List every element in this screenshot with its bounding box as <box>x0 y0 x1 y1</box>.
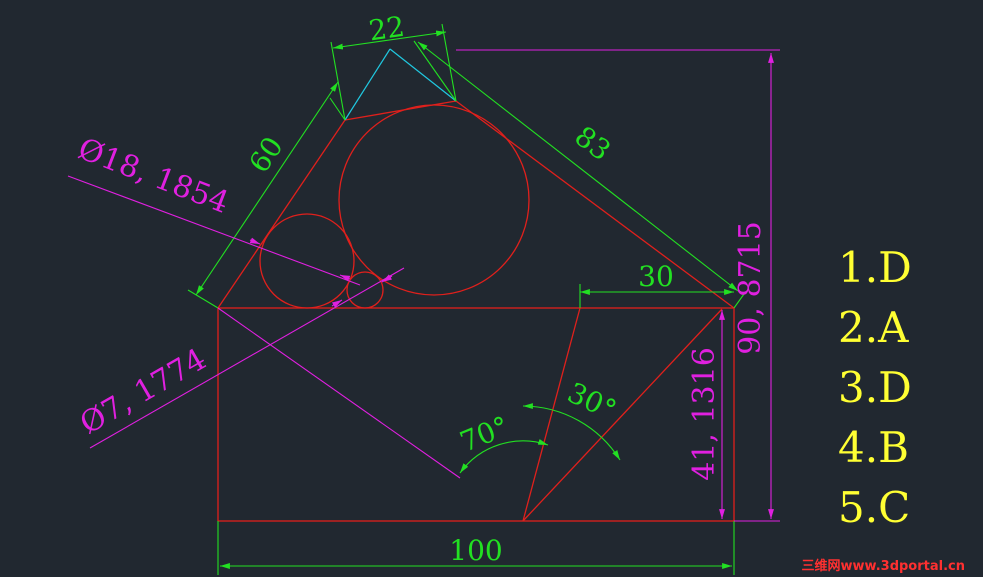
dim-angle-left: 70° <box>455 410 513 459</box>
answer-2: 2.A <box>838 303 909 352</box>
dim-offset: 30 <box>638 260 674 293</box>
answer-5: 5.C <box>838 483 910 532</box>
construction-lines <box>344 48 457 121</box>
dim-rect-height: 41, 1316 <box>687 347 722 481</box>
answer-1: 1.D <box>838 243 912 292</box>
dim-bottom-width: 100 <box>449 534 502 567</box>
geometry <box>217 100 735 522</box>
cad-drawing-canvas: 22 60 83 30 100 70° 30° 90, 8715 41, 131… <box>67 10 965 575</box>
green-dimensions <box>187 23 745 575</box>
answer-4: 4.B <box>838 423 909 472</box>
dim-angle-right: 30° <box>563 376 622 427</box>
dim-left-side: 60 <box>242 131 289 179</box>
answer-3: 3.D <box>838 363 912 412</box>
watermark: 三维网www.3dportal.cn <box>802 558 965 574</box>
dim-circle-small: Ø7, 1774 <box>74 342 212 442</box>
dim-total-height: 90, 8715 <box>733 221 768 355</box>
circle-medium <box>259 213 355 309</box>
answer-list: 1.D 2.A 3.D 4.B 5.C <box>838 243 912 532</box>
dim-top-width: 22 <box>367 10 407 48</box>
line-70-degree <box>522 307 581 522</box>
base-rectangle <box>217 307 735 522</box>
dim-right-side: 83 <box>569 120 617 168</box>
